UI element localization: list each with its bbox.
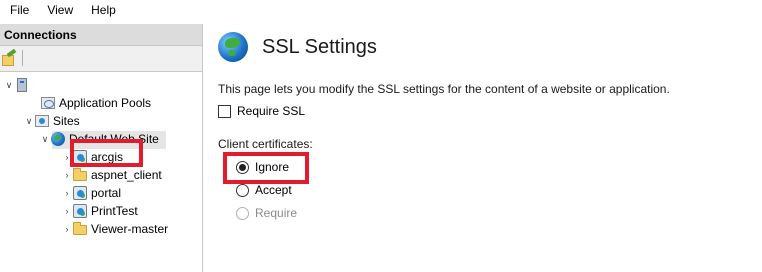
server-icon [14, 77, 30, 93]
tree-node-viewer-master[interactable]: › Viewer-master [62, 220, 168, 238]
require-ssl-checkbox[interactable] [218, 104, 231, 118]
radio-require-row: Require [236, 206, 297, 220]
tree-node-printtest[interactable]: › PrintTest [62, 202, 138, 220]
printtest-label: PrintTest [91, 204, 138, 218]
radio-accept[interactable] [236, 183, 249, 197]
chevron-down-icon[interactable]: ∨ [40, 134, 50, 144]
viewer-master-label: Viewer-master [91, 222, 169, 236]
folder-icon [72, 221, 88, 237]
aspnet-client-label: aspnet_client [91, 168, 162, 182]
toolbar-separator [22, 50, 23, 66]
application-icon [72, 185, 88, 201]
menu-view[interactable]: View [37, 0, 81, 20]
connections-toolbar [0, 46, 202, 72]
require-ssl-label: Require SSL [237, 104, 306, 118]
folder-icon [72, 167, 88, 183]
globe-icon [50, 131, 66, 147]
application-pools-label: Application Pools [59, 96, 152, 110]
client-certificates-label: Client certificates: [218, 137, 313, 151]
radio-require [236, 206, 249, 220]
tree-node-server[interactable]: ∨ [4, 76, 33, 94]
require-ssl-checkbox-row[interactable]: Require SSL [218, 104, 305, 118]
tree-node-aspnet-client[interactable]: › aspnet_client [62, 166, 162, 184]
connections-header: Connections [0, 24, 202, 46]
globe-icon [218, 32, 248, 62]
chevron-right-icon[interactable]: › [62, 224, 72, 234]
menu-help[interactable]: Help [81, 0, 124, 20]
tree-node-application-pools[interactable]: Application Pools [40, 94, 151, 112]
radio-accept-row[interactable]: Accept [236, 183, 292, 197]
page-title: SSL Settings [262, 36, 377, 58]
highlight-box-ignore [223, 152, 309, 184]
radio-accept-label: Accept [255, 183, 292, 197]
menu-file[interactable]: File [0, 0, 37, 20]
ssl-settings-pane: SSL Settings This page lets you modify t… [204, 24, 762, 272]
chevron-right-icon[interactable]: › [62, 206, 72, 216]
tree-node-portal[interactable]: › portal [62, 184, 121, 202]
chevron-down-icon[interactable]: ∨ [4, 80, 14, 90]
menu-bar: File View Help [0, 0, 762, 20]
connect-icon[interactable] [1, 50, 17, 66]
application-icon [72, 203, 88, 219]
chevron-right-icon[interactable]: › [62, 188, 72, 198]
portal-label: portal [91, 186, 122, 200]
radio-require-label: Require [255, 206, 298, 220]
page-description: This page lets you modify the SSL settin… [218, 82, 670, 96]
sites-icon [34, 113, 50, 129]
highlight-box-arcgis [70, 139, 143, 167]
application-pools-icon [40, 95, 56, 111]
chevron-down-icon[interactable]: ∨ [24, 116, 34, 126]
sites-label: Sites [53, 114, 80, 128]
chevron-right-icon[interactable]: › [62, 170, 72, 180]
tree-node-sites[interactable]: ∨ Sites [24, 112, 80, 130]
